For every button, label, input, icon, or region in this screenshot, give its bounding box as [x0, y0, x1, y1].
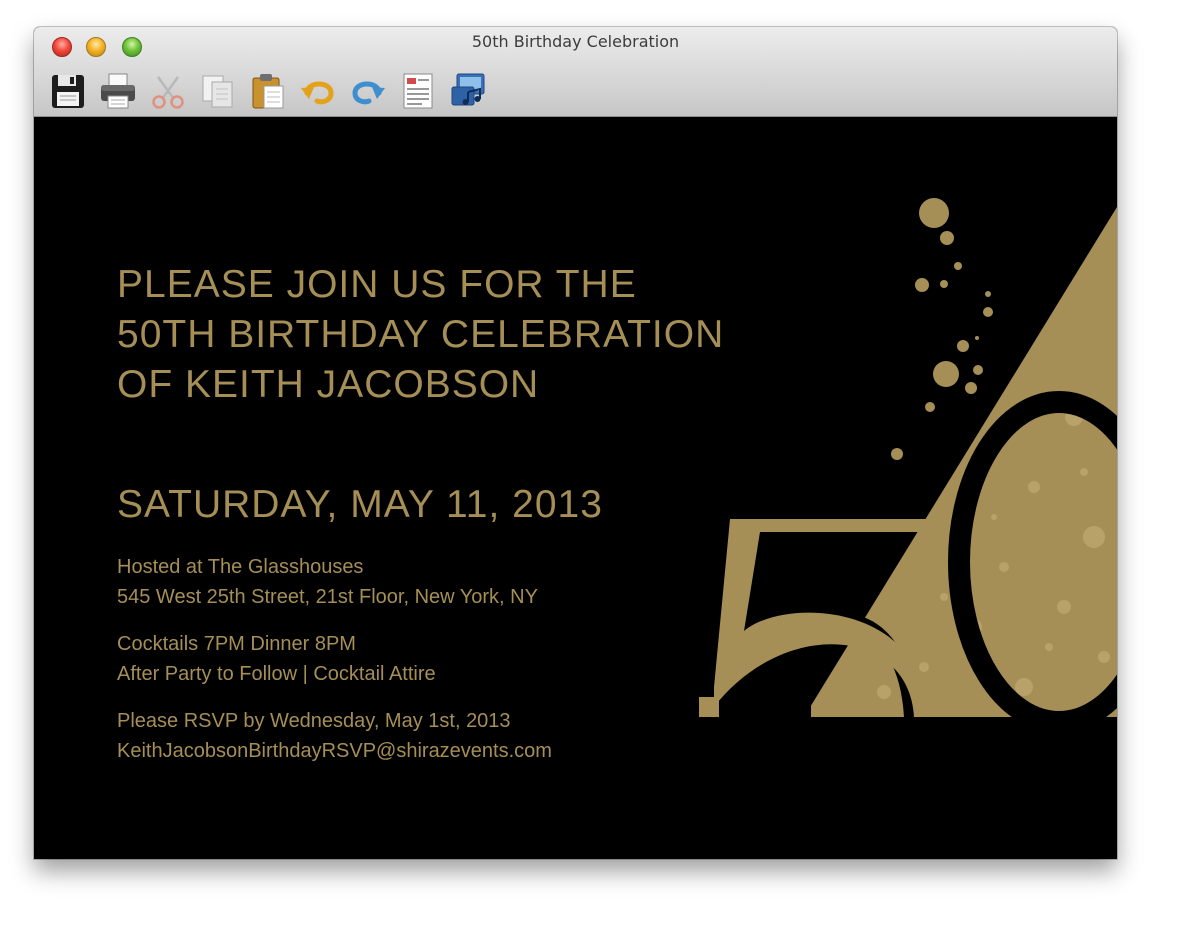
scissors-icon[interactable] [148, 71, 188, 111]
headline-line: PLEASE JOIN US FOR THE [117, 263, 637, 306]
rsvp-line: Please RSVP by Wednesday, May 1st, 2013 [117, 710, 511, 732]
venue-line: Hosted at The Glasshouses [117, 556, 364, 578]
schedule-line: After Party to Follow | Cocktail Attire [117, 663, 436, 685]
app-window: 50th Birthday Celebration PLEASE JOIN US… [34, 27, 1117, 859]
headline-line: 50TH BIRTHDAY CELEBRATION [117, 313, 725, 356]
form-icon[interactable] [398, 71, 438, 111]
printer-icon[interactable] [98, 71, 138, 111]
rsvp-email-link[interactable]: KeithJacobsonBirthdayRSVP@shirazevents.c… [117, 736, 552, 766]
media-icon[interactable] [448, 71, 488, 111]
schedule-line: Cocktails 7PM Dinner 8PM [117, 633, 356, 655]
schedule-details: Cocktails 7PM Dinner 8PM After Party to … [117, 629, 436, 689]
event-date: SATURDAY, MAY 11, 2013 [117, 483, 603, 526]
redo-icon[interactable] [348, 71, 388, 111]
invitation-canvas: PLEASE JOIN US FOR THE 50TH BIRTHDAY CEL… [34, 117, 1117, 859]
venue-details: Hosted at The Glasshouses 545 West 25th … [117, 552, 538, 612]
fifty-artwork-graphic [699, 198, 1117, 717]
floppy-disk-icon[interactable] [48, 71, 88, 111]
title-bar: 50th Birthday Celebration [34, 27, 1117, 117]
venue-line: 545 West 25th Street, 21st Floor, New Yo… [117, 586, 538, 608]
clipboard-icon[interactable] [248, 71, 288, 111]
invitation-headline: PLEASE JOIN US FOR THE 50TH BIRTHDAY CEL… [117, 260, 724, 410]
copy-icon[interactable] [198, 71, 238, 111]
undo-icon[interactable] [298, 71, 338, 111]
window-title: 50th Birthday Celebration [471, 32, 680, 51]
rsvp-details: Please RSVP by Wednesday, May 1st, 2013 … [117, 706, 552, 766]
headline-line: OF KEITH JACOBSON [117, 363, 540, 406]
